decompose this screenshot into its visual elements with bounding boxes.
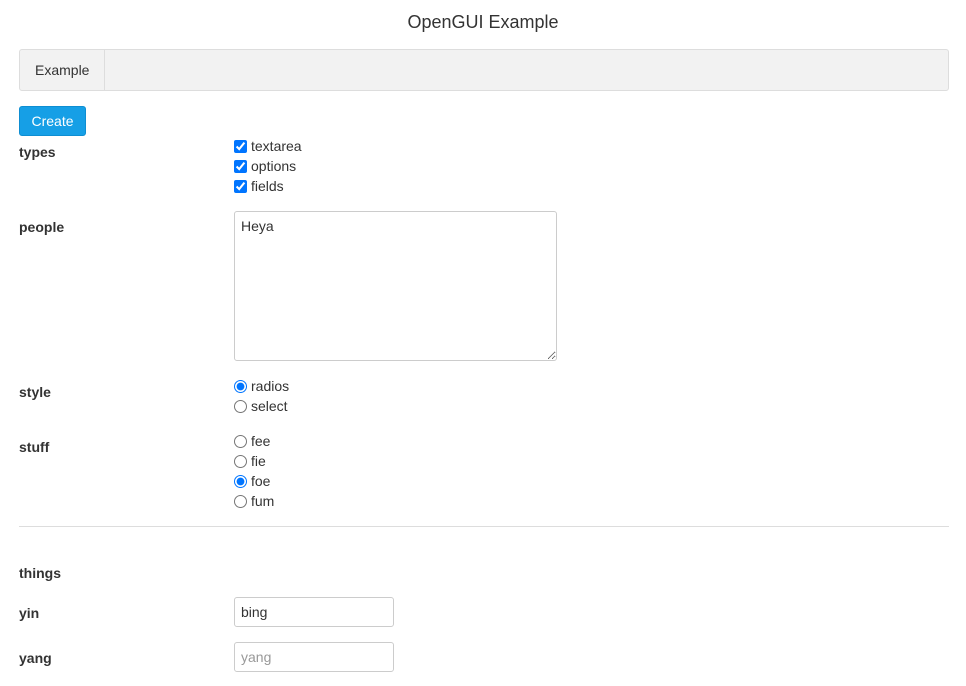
stuff-option-fum[interactable]: fum [234,491,274,511]
stuff-option-foe[interactable]: foe [234,471,270,491]
textarea-checkbox[interactable] [234,139,247,153]
fields-checkbox[interactable] [234,179,247,193]
option-label: fee [251,433,271,449]
tab-bar: Example [19,49,949,91]
foe-radio[interactable] [234,474,247,488]
tab-example[interactable]: Example [20,50,106,90]
types-option-fields[interactable]: fields [234,176,284,196]
yang-input[interactable] [234,642,394,672]
option-label: radios [251,378,290,394]
options-checkbox[interactable] [234,159,247,173]
option-label: fie [251,453,266,469]
stuff-label: stuff [19,439,50,455]
app-title: OpenGUI Example [407,12,559,32]
option-label: textarea [251,138,302,154]
create-button[interactable]: Create [19,106,86,136]
fee-radio[interactable] [234,434,247,448]
style-option-select[interactable]: select [234,396,288,416]
option-label: fum [251,493,275,509]
select-radio[interactable] [234,399,247,413]
yin-input[interactable] [234,597,394,627]
yin-label: yin [19,605,40,621]
stuff-option-fee[interactable]: fee [234,431,270,451]
things-label: things [19,565,61,581]
people-textarea[interactable]: Heya [234,211,557,361]
yang-label: yang [19,650,52,666]
style-option-radios[interactable]: radios [234,376,289,396]
types-option-options[interactable]: options [234,156,296,176]
option-label: options [251,158,297,174]
types-option-textarea[interactable]: textarea [234,136,302,156]
option-label: select [251,398,288,414]
radios-radio[interactable] [234,379,247,393]
fum-radio[interactable] [234,494,247,508]
section-divider [19,526,949,527]
option-label: foe [251,473,271,489]
people-label: people [19,219,65,235]
style-label: style [19,384,51,400]
stuff-option-fie[interactable]: fie [234,451,266,471]
types-label: types [19,144,56,160]
option-label: fields [251,178,284,194]
fie-radio[interactable] [234,454,247,468]
